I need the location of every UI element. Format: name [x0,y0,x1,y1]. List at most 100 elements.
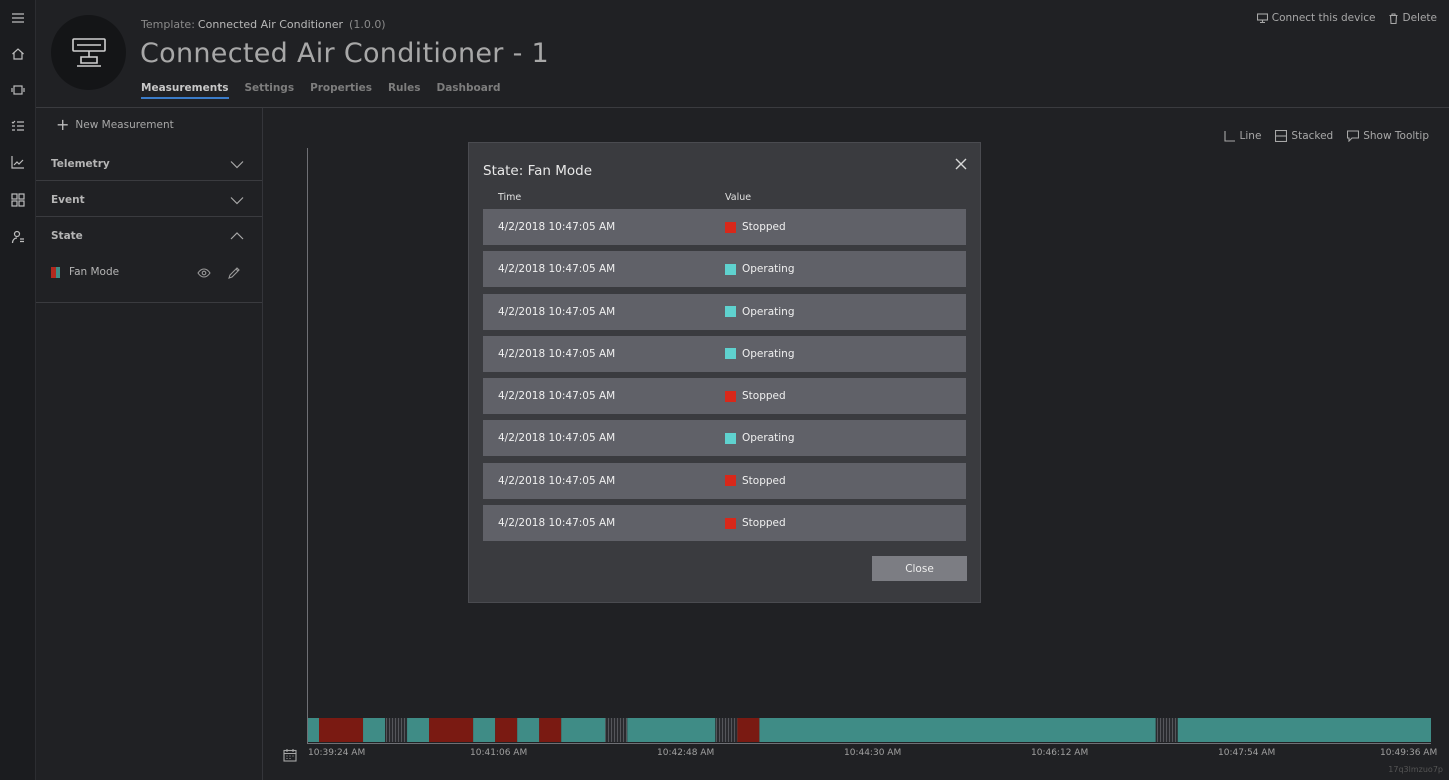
tab-properties[interactable]: Properties [310,82,372,99]
row-time: 4/2/2018 10:47:05 AM [498,263,616,276]
x-tick-label: 10:46:12 AM [1031,748,1089,758]
line-view-label: Line [1239,130,1262,142]
section-event[interactable]: Event [36,181,262,217]
row-value: Stopped [725,390,786,402]
state-segment-operating[interactable] [473,718,496,742]
device-header: Template: Connected Air Conditioner (1.0.0… [36,0,1449,108]
table-row[interactable]: 4/2/2018 10:47:05 AM Operating [483,293,966,330]
table-row[interactable]: 4/2/2018 10:47:05 AM Operating [483,251,966,288]
row-value: Stopped [725,517,786,529]
table-row[interactable]: 4/2/2018 10:47:05 AM Stopped [483,462,966,499]
row-value-label: Operating [742,263,795,276]
row-time: 4/2/2018 10:47:05 AM [498,305,616,318]
home-icon[interactable] [9,45,27,63]
state-dialog: State: Fan Mode Time Value 4/2/2018 10:4… [468,142,981,603]
stacked-view-button[interactable]: Stacked [1275,130,1333,142]
app-builder-icon[interactable] [9,191,27,209]
show-tooltip-button[interactable]: Show Tooltip [1347,130,1429,142]
template-version: (1.0.0) [349,18,386,31]
row-value: Operating [725,348,795,360]
row-value-label: Operating [742,432,795,445]
x-tick-label: 10:42:48 AM [657,748,715,758]
plus-icon: + [56,115,70,134]
state-list: 4/2/2018 10:47:05 AM Stopped 4/2/2018 10:4… [483,209,966,547]
chevron-down-icon[interactable] [230,192,244,206]
row-value-label: Operating [742,305,795,318]
table-row[interactable]: 4/2/2018 10:47:05 AM Operating [483,335,966,372]
stacked-chart-icon [1275,130,1288,142]
state-color-swatch [51,266,60,278]
table-row[interactable]: 4/2/2018 10:47:05 AM Stopped [483,209,966,245]
device-sets-icon[interactable] [9,117,27,135]
state-segment-no-data[interactable] [1155,718,1178,742]
air-conditioner-icon [71,37,106,67]
section-state[interactable]: State [36,217,262,253]
measurement-name: Fan Mode [69,266,120,278]
tab-dashboard[interactable]: Dashboard [437,82,501,99]
state-segment-operating[interactable] [407,718,430,742]
tab-measurements[interactable]: Measurements [141,82,229,99]
state-segment-no-data[interactable] [385,718,408,742]
state-segment-operating[interactable] [1177,718,1431,742]
close-icon[interactable] [954,156,968,170]
hamburger-menu-icon[interactable] [9,9,27,27]
fan-mode-state-bar[interactable] [308,718,1431,742]
divider [36,302,262,303]
x-tick-label: 10:39:24 AM [308,748,366,758]
state-segment-operating[interactable] [561,718,606,742]
state-segment-operating[interactable] [308,718,320,742]
state-segment-stopped[interactable] [319,718,364,742]
devices-icon[interactable] [9,81,27,99]
state-segment-operating[interactable] [363,718,386,742]
x-axis-line [307,743,1431,744]
connect-device-button[interactable]: Connect this device [1256,12,1376,24]
state-segment-operating[interactable] [627,718,716,742]
state-segment-stopped[interactable] [495,718,518,742]
row-time: 4/2/2018 10:47:05 AM [498,390,616,403]
close-button[interactable]: Close [872,556,967,581]
section-telemetry[interactable]: Telemetry [36,145,262,181]
connect-icon [1256,12,1268,23]
eye-icon[interactable] [197,265,211,279]
measurement-item-fan-mode[interactable]: Fan Mode [51,263,247,281]
tab-settings[interactable]: Settings [245,82,295,99]
dialog-title: State: Fan Mode [483,163,593,179]
administration-icon[interactable] [9,228,27,246]
row-time: 4/2/2018 10:47:05 AM [498,432,616,445]
row-time: 4/2/2018 10:47:05 AM [498,221,616,233]
state-color-square [725,475,736,487]
edit-pencil-icon[interactable] [227,265,241,279]
row-value: Operating [725,263,795,275]
row-value: Operating [725,432,795,444]
table-row[interactable]: 4/2/2018 10:47:05 AM Stopped [483,378,966,415]
state-segment-operating[interactable] [759,718,1156,742]
state-segment-no-data[interactable] [605,718,628,742]
chevron-up-icon[interactable] [230,228,244,242]
y-axis-line [307,148,308,744]
section-label: Telemetry [51,158,110,170]
template-info: Template: Connected Air Conditioner (1.0.0… [141,18,386,31]
new-measurement-button[interactable]: + New Measurement [56,115,174,134]
state-segment-operating[interactable] [517,718,540,742]
delete-button[interactable]: Delete [1388,12,1437,24]
state-segment-stopped[interactable] [429,718,474,742]
row-value-label: Stopped [742,390,786,403]
template-name[interactable]: Connected Air Conditioner [198,18,343,31]
x-tick-label: 10:49:36 AM [1380,748,1438,758]
state-segment-stopped[interactable] [737,718,760,742]
line-view-button[interactable]: Line [1223,130,1262,142]
table-row[interactable]: 4/2/2018 10:47:05 AM Stopped [483,505,966,542]
calendar-icon[interactable] [283,747,297,762]
chevron-down-icon[interactable] [230,156,244,170]
state-color-square [725,432,736,444]
table-row[interactable]: 4/2/2018 10:47:05 AM Operating [483,420,966,457]
row-time: 4/2/2018 10:47:05 AM [498,474,616,487]
header-actions: Connect this device Delete [1256,12,1437,24]
x-tick-label: 10:41:06 AM [470,748,528,758]
state-segment-stopped[interactable] [539,718,562,742]
state-color-square [725,263,736,275]
state-segment-no-data[interactable] [715,718,738,742]
tab-rules[interactable]: Rules [388,82,421,99]
section-label: State [51,230,83,242]
analytics-icon[interactable] [9,153,27,171]
